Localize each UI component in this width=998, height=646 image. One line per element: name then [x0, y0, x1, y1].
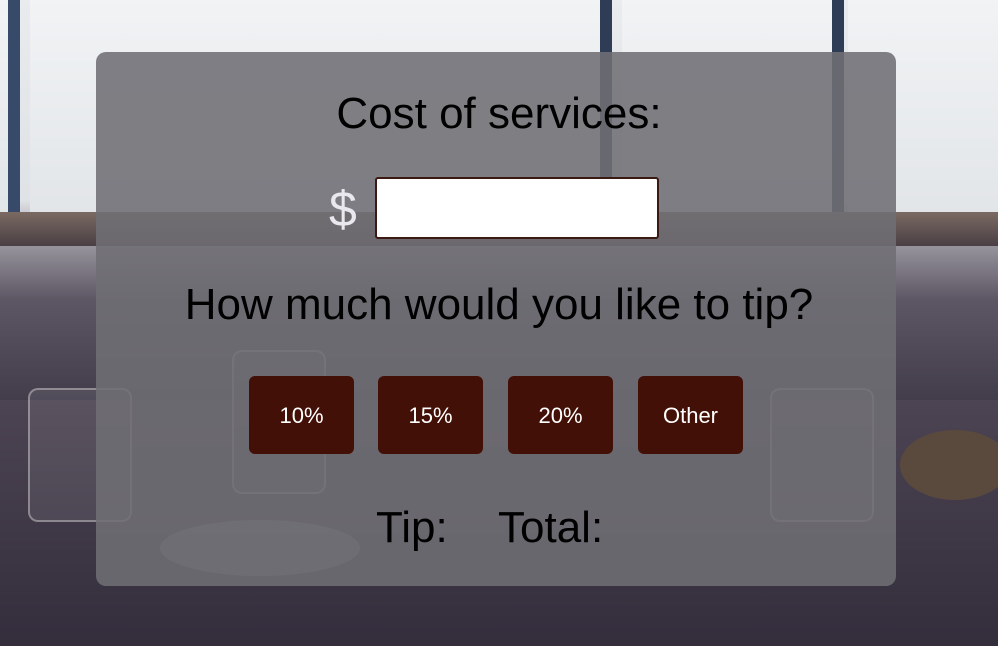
- tip-20-button[interactable]: 20%: [508, 376, 613, 454]
- tip-question: How much would you like to tip?: [184, 280, 814, 329]
- tip-result-label: Tip:: [376, 503, 448, 552]
- cost-label: Cost of services:: [336, 89, 662, 138]
- tip-other-button[interactable]: Other: [638, 376, 743, 454]
- tip-15-button[interactable]: 15%: [378, 376, 483, 454]
- tip-10-button[interactable]: 10%: [249, 376, 354, 454]
- currency-symbol: $: [329, 181, 357, 237]
- cost-input[interactable]: [375, 177, 659, 239]
- total-result-label: Total:: [498, 503, 604, 552]
